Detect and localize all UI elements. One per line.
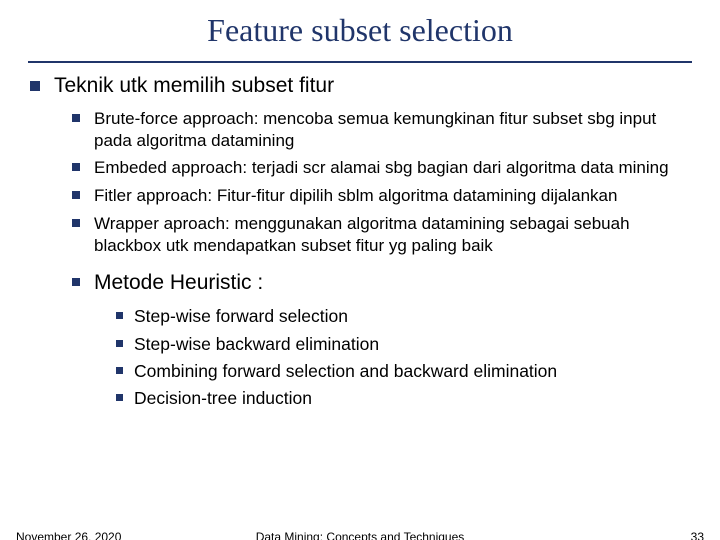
list-item-text: Teknik utk memilih subset fitur [54,74,334,97]
list-item: Teknik utk memilih subset fitur Brute-fo… [28,73,692,410]
list-item-text: Metode Heuristic : [94,271,263,294]
list-item-text: Step-wise backward elimination [134,334,379,354]
slide: Feature subset selection Teknik utk memi… [0,0,720,540]
slide-content: Teknik utk memilih subset fitur Brute-fo… [0,73,720,410]
list-item: Combining forward selection and backward… [112,360,692,382]
bullet-list-level2: Brute-force approach: mencoba semua kemu… [54,108,692,257]
list-item-text: Embeded approach: terjadi scr alamai sbg… [94,158,669,177]
slide-title: Feature subset selection [0,0,720,55]
list-item-text: Decision-tree induction [134,388,312,408]
list-item: Embeded approach: terjadi scr alamai sbg… [68,157,692,179]
bullet-list-level3: Step-wise forward selection Step-wise ba… [94,305,692,410]
list-item: Metode Heuristic : Step-wise forward sel… [68,270,692,409]
title-divider [28,61,692,63]
list-item-text: Brute-force approach: mencoba semua kemu… [94,109,656,150]
footer-title: Data Mining: Concepts and Techniques [0,530,720,540]
list-item-text: Step-wise forward selection [134,306,348,326]
list-item-text: Combining forward selection and backward… [134,361,557,381]
list-item: Decision-tree induction [112,387,692,409]
list-item: Fitler approach: Fitur-fitur dipilih sbl… [68,185,692,207]
list-item: Step-wise backward elimination [112,333,692,355]
list-item-text: Fitler approach: Fitur-fitur dipilih sbl… [94,186,617,205]
page-number: 33 [691,530,704,540]
bullet-list-level1: Teknik utk memilih subset fitur Brute-fo… [28,73,692,410]
bullet-list-level2: Metode Heuristic : Step-wise forward sel… [54,270,692,409]
list-item: Wrapper aproach: menggunakan algoritma d… [68,213,692,257]
list-item: Step-wise forward selection [112,305,692,327]
list-item-text: Wrapper aproach: menggunakan algoritma d… [94,214,630,255]
list-item: Brute-force approach: mencoba semua kemu… [68,108,692,152]
